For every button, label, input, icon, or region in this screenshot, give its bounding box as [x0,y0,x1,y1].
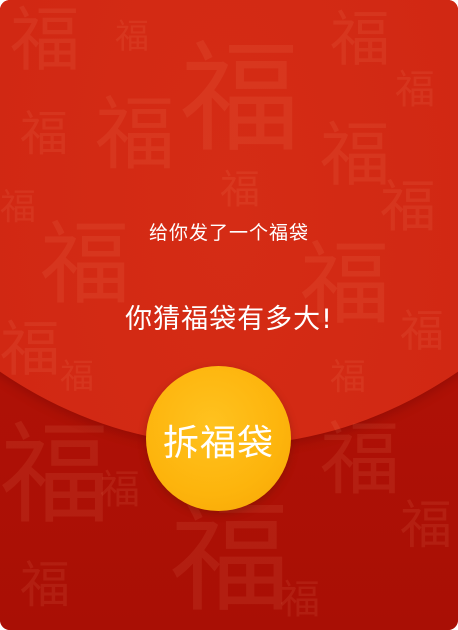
envelope-headline: 你猜福袋有多大! [125,304,333,335]
envelope-subtitle: 给你发了一个福袋 [148,222,309,244]
red-envelope: 福 福 福 福 福 福 福 福 福 福 福 福 福 福 福 福 福 福 福 福 … [0,0,458,630]
open-lucky-bag-button[interactable]: 拆福袋 [146,366,291,511]
open-lucky-bag-label: 拆福袋 [162,422,274,464]
